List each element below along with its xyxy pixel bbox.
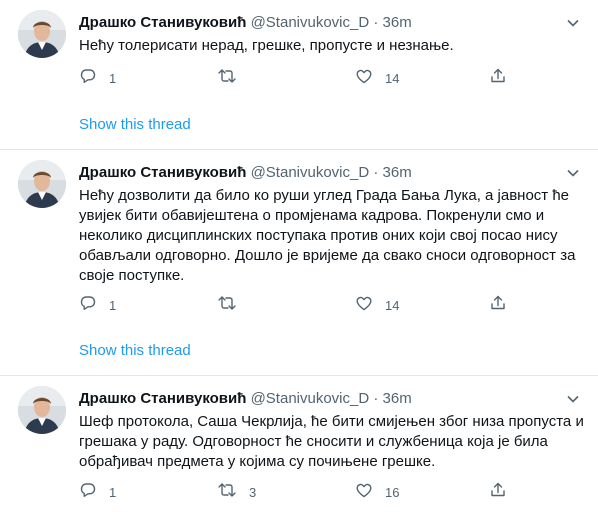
like-count: 14 [385, 297, 400, 313]
chevron-down-icon[interactable] [564, 390, 582, 408]
reply-button[interactable]: 1 [79, 482, 116, 502]
tweet[interactable]: Драшко Станивуковић @Stanivukovic_D · 36… [0, 0, 598, 149]
heart-icon [355, 481, 373, 504]
chevron-down-icon[interactable] [564, 164, 582, 182]
reply-icon [79, 481, 97, 504]
heart-icon [355, 67, 373, 90]
chevron-down-icon[interactable] [564, 14, 582, 32]
tweet[interactable]: Драшко Станивуковић @Stanivukovic_D · 36… [0, 150, 598, 375]
tweet-header: Драшко Станивуковић @Stanivukovic_D · 36… [79, 13, 412, 33]
avatar[interactable] [18, 10, 66, 58]
author-name[interactable]: Драшко Станивуковић [79, 14, 246, 31]
retweet-icon [217, 67, 237, 90]
tweet-actions: 1 14 [79, 295, 519, 315]
show-thread-link[interactable]: Show this thread [79, 341, 191, 361]
avatar[interactable] [18, 386, 66, 434]
retweet-icon [217, 481, 237, 504]
retweet-button[interactable]: 3 [217, 482, 256, 502]
share-icon [489, 294, 507, 317]
reply-button[interactable]: 1 [79, 68, 116, 88]
like-button[interactable]: 14 [355, 295, 399, 315]
tweet-header: Драшко Станивуковић @Stanivukovic_D · 36… [79, 389, 412, 409]
reply-count: 1 [109, 297, 117, 313]
tweet[interactable]: Драшко Станивуковић @Stanivukovic_D · 36… [0, 376, 598, 512]
tweet-header: Драшко Станивуковић @Stanivukovic_D · 36… [79, 163, 412, 183]
tweet-text: Шеф протокола, Саша Чекрлија, ће бити см… [79, 413, 584, 470]
tweet-text: Нећу дозволити да било ко руши углед Гра… [79, 187, 576, 284]
share-button[interactable] [489, 482, 507, 502]
share-button[interactable] [489, 68, 507, 88]
tweet-actions: 1 14 [79, 68, 519, 88]
like-button[interactable]: 16 [355, 482, 399, 502]
reply-icon [79, 294, 97, 317]
reply-button[interactable]: 1 [79, 295, 116, 315]
heart-icon [355, 294, 373, 317]
retweet-count: 3 [249, 484, 257, 500]
like-count: 14 [385, 70, 400, 86]
author-handle-time[interactable]: @Stanivukovic_D · 36m [251, 164, 412, 181]
tweet-text: Нећу толерисати нерад, грешке, пропусте … [79, 37, 454, 54]
reply-count: 1 [109, 484, 117, 500]
reply-icon [79, 67, 97, 90]
reply-count: 1 [109, 70, 117, 86]
author-handle-time[interactable]: @Stanivukovic_D · 36m [251, 14, 412, 31]
retweet-icon [217, 294, 237, 317]
share-button[interactable] [489, 295, 507, 315]
show-thread-link[interactable]: Show this thread [79, 115, 191, 135]
author-name[interactable]: Драшко Станивуковић [79, 164, 246, 181]
share-icon [489, 67, 507, 90]
like-button[interactable]: 14 [355, 68, 399, 88]
retweet-button[interactable] [217, 68, 249, 88]
like-count: 16 [385, 484, 400, 500]
retweet-button[interactable] [217, 295, 249, 315]
avatar[interactable] [18, 160, 66, 208]
share-icon [489, 481, 507, 504]
author-handle-time[interactable]: @Stanivukovic_D · 36m [251, 390, 412, 407]
author-name[interactable]: Драшко Станивуковић [79, 390, 246, 407]
tweet-actions: 1 3 16 [79, 482, 519, 502]
